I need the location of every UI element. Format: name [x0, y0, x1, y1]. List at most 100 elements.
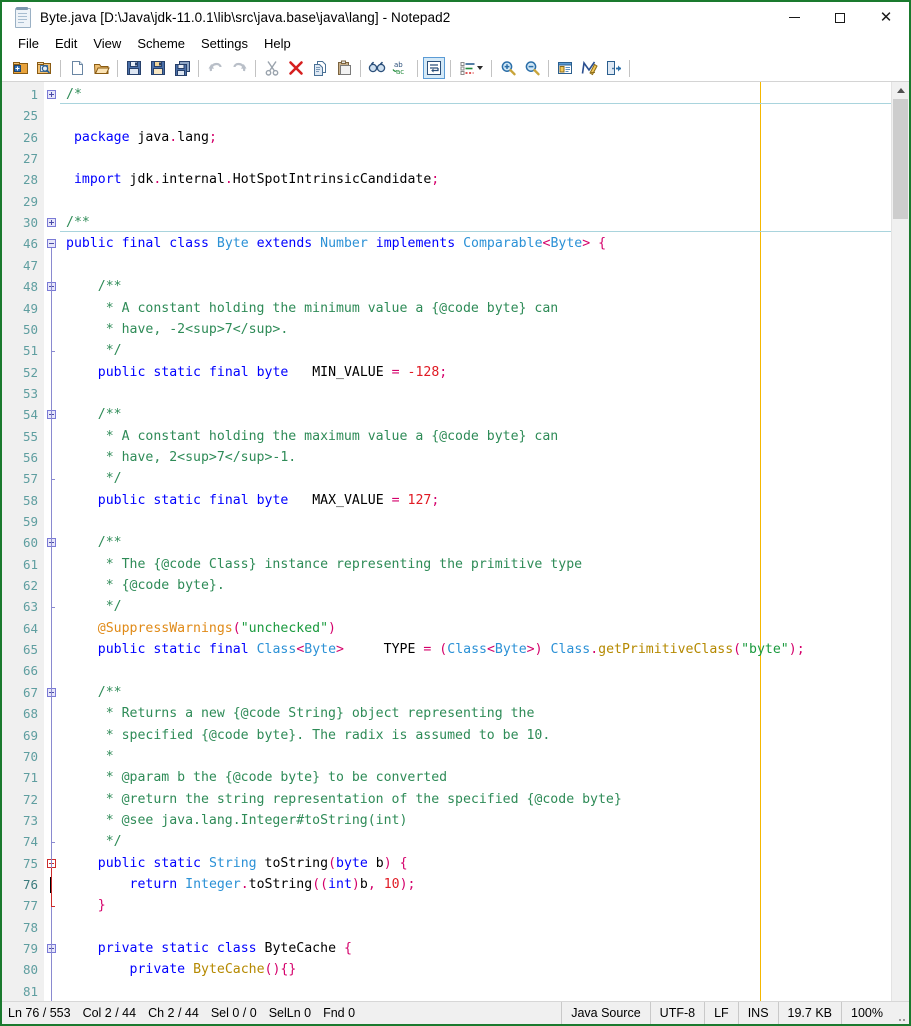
status-right-group: Java Source UTF-8 LF INS 19.7 KB 100% [561, 1002, 909, 1024]
lexer-indicator[interactable]: Java Source [561, 1002, 649, 1024]
line-number: 70 [22, 748, 38, 764]
scheme-list-icon[interactable] [456, 57, 486, 79]
zoom-indicator[interactable]: 100% [841, 1002, 892, 1024]
code-line: public static final byte MAX_VALUE = 127… [66, 490, 891, 511]
line-number: 76 [22, 876, 38, 892]
zoom-in-icon[interactable] [497, 57, 519, 79]
save-icon[interactable] [123, 57, 145, 79]
line-number: 46 [22, 236, 38, 252]
find-icon[interactable] [366, 57, 388, 79]
line-number: 74 [22, 834, 38, 850]
token-cm: */ [66, 834, 122, 850]
cut-icon[interactable] [261, 57, 283, 79]
replace-icon[interactable]: ab ac [390, 57, 412, 79]
token-pu: ( [733, 642, 742, 658]
token-k: static [161, 941, 209, 956]
token-ty: Number [320, 236, 368, 252]
menu-settings[interactable]: Settings [193, 34, 256, 54]
code-line: public static String toString(byte b) { [66, 853, 891, 874]
fold-guide-tick [51, 351, 55, 353]
code-text-area[interactable]: /* package java.lang; import jdk.interna… [60, 82, 891, 1001]
fold-expand-box[interactable] [47, 90, 56, 99]
token-pu: >) [526, 642, 543, 658]
new-window-icon[interactable] [9, 57, 31, 79]
token-k: private [129, 962, 186, 978]
line-number: 47 [22, 257, 38, 273]
token-nu: -128 [407, 364, 440, 380]
save-as-icon[interactable] [147, 57, 169, 79]
toolbar-separator [117, 59, 118, 77]
found-indicator: Fnd 0 [323, 1006, 356, 1020]
vertical-scroll-thumb[interactable] [893, 99, 908, 219]
resize-grip[interactable] [892, 1002, 909, 1024]
menu-view[interactable]: View [85, 34, 129, 54]
fold-guide-line [51, 696, 52, 843]
paste-icon[interactable] [333, 57, 355, 79]
chevron-down-icon [476, 66, 483, 70]
fold-expand-box[interactable] [47, 218, 56, 228]
always-on-top-icon[interactable] [554, 57, 576, 79]
menu-edit[interactable]: Edit [47, 34, 85, 54]
vertical-scrollbar[interactable] [891, 82, 909, 1001]
save-copy-icon[interactable] [171, 57, 193, 79]
open-containing-folder-icon[interactable] [33, 57, 55, 79]
token-pu: ) [328, 620, 336, 636]
fold-margin[interactable] [44, 82, 60, 1001]
menu-help[interactable]: Help [256, 34, 299, 54]
toolbar-separator [255, 59, 256, 77]
open-file-icon[interactable] [90, 57, 112, 79]
line-number: 49 [22, 300, 38, 316]
token-cm: * @param b the {@code byte} to be conver… [66, 770, 448, 786]
code-line: return Integer.toString((int)b, 10); [66, 874, 891, 895]
delete-icon[interactable] [285, 57, 307, 79]
line-number: 68 [22, 706, 38, 722]
code-line: * have, 2<sup>7</sup>-1. [66, 447, 891, 468]
code-line: */ [66, 340, 891, 361]
code-line: /** [66, 404, 891, 425]
eol-indicator[interactable]: LF [704, 1002, 738, 1024]
code-line: /** [66, 682, 891, 703]
scroll-up-button[interactable] [892, 82, 909, 99]
redo-icon[interactable] [228, 57, 250, 79]
new-file-icon[interactable] [66, 57, 88, 79]
word-wrap-icon[interactable] [423, 57, 445, 79]
token-cm: * specified {@code byte}. The radix is a… [66, 727, 551, 743]
token-op: { [399, 855, 408, 871]
minimize-button[interactable] [771, 2, 817, 33]
token-k: byte [336, 855, 368, 871]
code-line: @SuppressWarnings("unchecked") [66, 618, 891, 639]
line-number: 78 [22, 919, 38, 935]
close-button[interactable]: ✕ [863, 2, 909, 33]
toolbar: ab ac [2, 55, 909, 82]
toolbar-separator [60, 59, 61, 77]
token-k: import [73, 172, 122, 188]
fold-collapse-box[interactable] [47, 239, 56, 249]
encoding-indicator[interactable]: UTF-8 [649, 1002, 704, 1024]
line-number: 59 [22, 514, 38, 529]
zoom-out-icon[interactable] [521, 57, 543, 79]
code-line: * @return the string representation of t… [66, 789, 891, 810]
copy-icon[interactable] [309, 57, 331, 79]
token-k: public [66, 236, 114, 252]
fold-guide-tick [51, 479, 55, 481]
maximize-button[interactable] [817, 2, 863, 33]
overtype-indicator[interactable]: INS [737, 1002, 778, 1024]
menu-file[interactable]: File [10, 34, 47, 54]
exit-icon[interactable] [602, 57, 624, 79]
token-cm: */ [66, 471, 122, 487]
edit-scheme-icon[interactable] [578, 57, 600, 79]
menu-scheme[interactable]: Scheme [129, 34, 193, 54]
undo-icon[interactable] [204, 57, 226, 79]
line-number: 79 [22, 941, 38, 956]
